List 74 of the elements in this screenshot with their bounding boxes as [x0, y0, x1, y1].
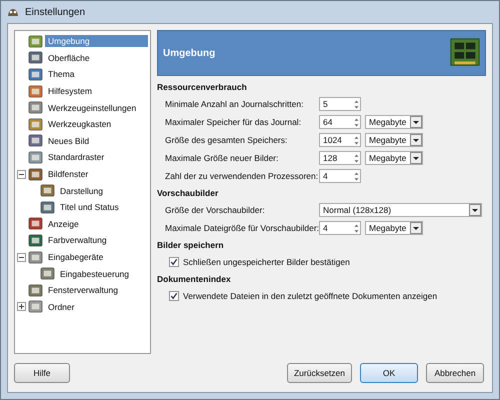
tree-item[interactable]: Bildfenster	[45, 168, 92, 180]
spin-arrows-icon	[353, 222, 360, 234]
checkbox-label: Verwendete Dateien in den zuletzt geöffnete Dokumenten anzeigen	[183, 291, 438, 301]
field-label: Maximaler Speicher für das Journal:	[165, 117, 302, 127]
field-label: Größe der Vorschaubilder:	[165, 205, 266, 215]
collapse-icon[interactable]	[17, 252, 26, 262]
image-icon	[28, 116, 43, 132]
spin-field[interactable]: 1024	[319, 133, 361, 147]
spin-field[interactable]: 4	[319, 169, 361, 183]
unit-dropdown[interactable]: Megabyte	[365, 133, 423, 147]
tree-item[interactable]: Thema	[45, 68, 78, 80]
image-icon	[40, 266, 55, 282]
image-icon	[40, 200, 55, 215]
section-title: Bilder speichern	[157, 240, 225, 250]
tree-item[interactable]: Ordner	[45, 300, 78, 313]
tree-item[interactable]: Farbverwaltung	[45, 234, 110, 246]
unit-dropdown[interactable]: Megabyte	[365, 221, 423, 235]
checkbox-label: Schließen ungespeicherter Bilder bestätigen	[183, 257, 350, 267]
image-icon	[28, 232, 43, 248]
expand-icon[interactable]	[17, 302, 26, 312]
image-icon	[28, 282, 43, 298]
image-icon	[28, 250, 43, 265]
tree-item[interactable]: Fensterverwaltung	[45, 284, 121, 296]
dropdown[interactable]: Normal (128x128)	[319, 203, 482, 217]
spin-field[interactable]: 4	[319, 221, 361, 235]
tree-item[interactable]: Titel und Status	[57, 201, 122, 214]
unit-dropdown[interactable]: Megabyte	[365, 115, 423, 129]
tree-item[interactable]: Oberfläche	[45, 52, 93, 64]
window-title: Einstellungen	[25, 6, 86, 18]
spin-arrows-icon	[353, 98, 360, 110]
tree-item[interactable]: Werkzeugkasten	[45, 118, 114, 130]
spin-arrows-icon	[353, 152, 360, 164]
dialog-button[interactable]: OK	[360, 363, 418, 383]
tree-item[interactable]: Neues Bild	[45, 134, 92, 147]
spin-arrows-icon	[353, 134, 360, 146]
image-icon	[28, 299, 43, 314]
tree-item[interactable]: Darstellung	[57, 184, 106, 197]
tree-item[interactable]: Umgebung	[45, 35, 148, 48]
image-icon	[28, 166, 43, 182]
image-icon	[40, 183, 55, 198]
image-icon	[28, 50, 43, 66]
section-title: Vorschaubilder	[157, 188, 220, 198]
section-title: Dokumentenindex	[157, 274, 232, 284]
field-label: Zahl der zu verwendenden Prozessoren:	[165, 171, 315, 181]
field-label: Größe des gesamten Speichers:	[165, 135, 288, 145]
spin-field[interactable]: 5	[319, 97, 361, 111]
spin-field[interactable]: 64	[319, 115, 361, 129]
unit-dropdown[interactable]: Megabyte	[365, 151, 423, 165]
tree-item[interactable]: Hilfesystem	[45, 85, 95, 98]
collapse-icon[interactable]	[17, 170, 26, 179]
spin-field[interactable]: 128	[319, 151, 361, 165]
field-label: Minimale Anzahl an Journalschritten:	[165, 99, 304, 109]
image-icon	[28, 216, 43, 232]
image-icon	[28, 100, 43, 116]
checkbox[interactable]	[169, 291, 179, 301]
image-icon	[28, 150, 43, 165]
checkbox[interactable]	[169, 257, 179, 267]
dialog-button[interactable]: Abbrechen	[426, 363, 484, 383]
tree-item[interactable]: Eingabesteuerung	[57, 268, 132, 280]
tree-item[interactable]: Eingabegeräte	[45, 251, 106, 264]
field-label: Maximale Größe neuer Bilder:	[165, 153, 280, 163]
dialog-button[interactable]: Zurücksetzen	[286, 363, 352, 383]
image-icon	[28, 133, 43, 148]
spin-arrows-icon	[353, 170, 360, 182]
tree-item[interactable]: Standardraster	[45, 151, 108, 164]
help-button[interactable]: Hilfe	[14, 363, 70, 383]
spin-arrows-icon	[353, 116, 360, 128]
image-icon	[28, 34, 43, 49]
image-icon	[28, 84, 43, 99]
tree-item[interactable]: Anzeige	[45, 218, 82, 230]
image-icon	[28, 66, 43, 82]
page-title: Umgebung	[163, 48, 216, 58]
tree-item[interactable]: Werkzeugeinstellungen	[45, 102, 140, 114]
section-title: Ressourcenverbrauch	[157, 82, 248, 92]
